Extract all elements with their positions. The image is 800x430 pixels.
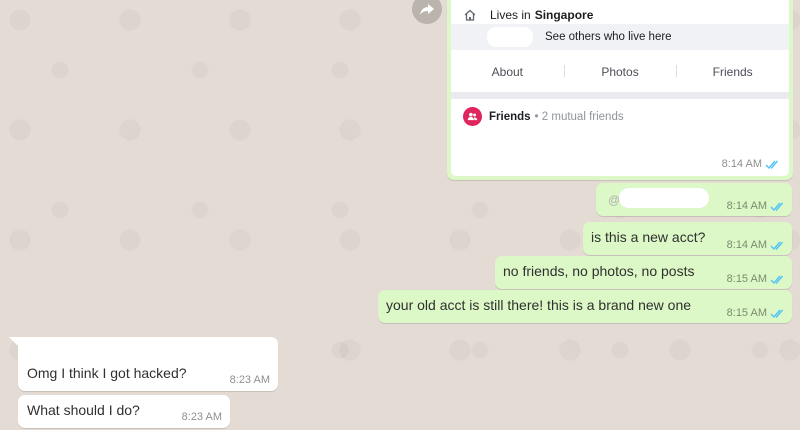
double-check-icon xyxy=(770,309,784,318)
profile-preview-card[interactable]: Lives in Singapore See others who live h… xyxy=(451,0,789,176)
incoming-message[interactable]: What should I do? 8:23 AM xyxy=(18,395,230,428)
shared-profile-message[interactable]: Lives in Singapore See others who live h… xyxy=(447,0,793,180)
message-time: 8:14 AM xyxy=(727,200,786,212)
redacted-block xyxy=(487,27,533,47)
message-time: 8:14 AM xyxy=(727,239,786,251)
outgoing-message[interactable]: is this a new acct? 8:14 AM xyxy=(583,222,792,255)
lives-in-row: Lives in Singapore xyxy=(463,6,593,24)
redacted-block xyxy=(619,188,709,208)
friends-row[interactable]: Friends • 2 mutual friends xyxy=(463,107,624,126)
tab-about[interactable]: About xyxy=(451,52,564,92)
home-icon xyxy=(464,9,476,21)
tab-friends[interactable]: Friends xyxy=(676,52,789,92)
lives-in-label: Lives in xyxy=(490,8,531,22)
profile-tabs: About Photos Friends xyxy=(451,52,789,99)
message-text: no friends, no photos, no posts xyxy=(503,263,695,279)
outgoing-message[interactable]: your old acct is still there! this is a … xyxy=(378,290,792,323)
redacted-block xyxy=(451,137,691,167)
friends-label: Friends xyxy=(489,110,531,123)
message-text: is this a new acct? xyxy=(591,229,706,245)
double-check-icon xyxy=(770,241,784,250)
message-text: What should I do? xyxy=(27,402,140,418)
friends-icon xyxy=(463,107,482,126)
see-others-link[interactable]: See others who live here xyxy=(545,31,672,43)
message-text: your old acct is still there! this is a … xyxy=(386,297,692,313)
double-check-icon xyxy=(770,275,784,284)
message-time: 8:15 AM xyxy=(727,307,786,319)
tab-photos[interactable]: Photos xyxy=(563,52,677,92)
mutual-friends-count: • 2 mutual friends xyxy=(534,110,624,123)
outgoing-message[interactable]: no friends, no photos, no posts 8:15 AM xyxy=(495,256,792,289)
incoming-message[interactable]: Omg I think I got hacked? 8:23 AM xyxy=(18,337,278,391)
message-time: 8:15 AM xyxy=(727,273,786,285)
forward-arrow-icon xyxy=(420,4,434,15)
message-time: 8:23 AM xyxy=(181,411,222,423)
see-others-row[interactable]: See others who live here xyxy=(451,24,789,50)
outgoing-message[interactable]: @ 8:14 AM xyxy=(596,183,792,216)
double-check-icon xyxy=(765,160,779,169)
double-check-icon xyxy=(770,202,784,211)
message-time: 8:23 AM xyxy=(229,374,270,386)
lives-in-place: Singapore xyxy=(534,8,594,22)
message-time: 8:14 AM xyxy=(722,158,781,170)
message-text: Omg I think I got hacked? xyxy=(27,365,187,381)
